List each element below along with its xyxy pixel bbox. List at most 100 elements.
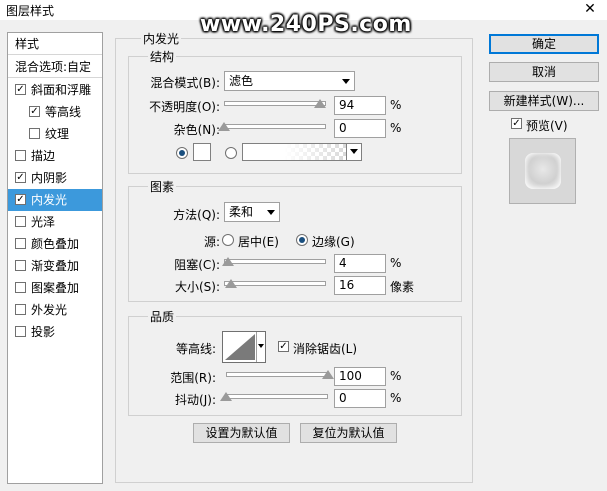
make-default-button[interactable]: 设置为默认值: [193, 423, 290, 443]
watermark: www.240PS.com: [200, 12, 412, 37]
style-item-label: 颜色叠加: [31, 237, 80, 251]
style-item[interactable]: ✓ 斜面和浮雕: [8, 79, 102, 101]
style-item-label: 外发光: [31, 303, 68, 317]
size-slider-track[interactable]: [224, 281, 326, 286]
gradient-radio[interactable]: [225, 147, 237, 159]
style-item[interactable]: 渐变叠加: [8, 255, 102, 277]
range-slider-track[interactable]: [226, 372, 328, 377]
style-item[interactable]: 光泽: [8, 211, 102, 233]
style-item[interactable]: ✓ 等高线: [8, 101, 102, 123]
style-item[interactable]: 图案叠加: [8, 277, 102, 299]
contour-dropdown[interactable]: [256, 332, 265, 362]
preview-checkbox[interactable]: ✓: [511, 118, 522, 129]
preview-swatch: [525, 153, 561, 189]
noise-slider-track[interactable]: [224, 124, 326, 129]
range-slider-thumb[interactable]: [322, 370, 334, 379]
styles-header[interactable]: 样式: [8, 33, 102, 55]
ok-button[interactable]: 确定: [489, 34, 599, 54]
antialias-label[interactable]: 消除锯齿(L): [293, 340, 357, 357]
contour-preview-icon: [225, 334, 255, 360]
style-item-checkbox[interactable]: [15, 304, 26, 315]
range-input[interactable]: 100: [334, 367, 386, 386]
opacity-input[interactable]: 94: [334, 96, 386, 115]
size-label: 大小(S):: [174, 280, 220, 294]
jitter-slider-thumb[interactable]: [220, 392, 232, 401]
blending-options[interactable]: 混合选项:自定: [8, 56, 102, 78]
size-unit: 像素: [390, 280, 415, 294]
blend-mode-select[interactable]: 滤色: [224, 71, 355, 91]
opacity-label: 不透明度(O):: [149, 100, 220, 114]
preview-label[interactable]: 预览(V): [526, 117, 568, 134]
opacity-slider-thumb[interactable]: [313, 99, 326, 108]
technique-label: 方法(Q):: [173, 208, 220, 222]
style-item[interactable]: ✓ 内阴影: [8, 167, 102, 189]
range-label: 范围(R):: [170, 371, 216, 385]
style-item-checkbox[interactable]: ✓: [15, 194, 26, 205]
style-item-label: 内发光: [31, 193, 68, 207]
style-item-checkbox[interactable]: [15, 326, 26, 337]
color-swatch[interactable]: [193, 143, 211, 161]
technique-select[interactable]: 柔和: [224, 202, 280, 222]
styles-list: 样式 混合选项:自定 ✓ 斜面和浮雕 ✓ 等高线 纹理 描边 ✓ 内阴影 ✓ 内发光 光泽 颜色叠加渐…: [7, 32, 103, 484]
window-title: 图层样式: [6, 4, 55, 18]
gradient-picker[interactable]: [242, 143, 362, 161]
style-item-checkbox[interactable]: [15, 260, 26, 271]
noise-slider-thumb[interactable]: [218, 122, 230, 131]
style-item[interactable]: 颜色叠加: [8, 233, 102, 255]
structure-title: 结构: [148, 48, 177, 65]
choke-input[interactable]: 4: [334, 254, 386, 273]
elements-title: 图素: [148, 178, 177, 195]
choke-slider-thumb[interactable]: [222, 257, 235, 266]
source-edge-radio[interactable]: [296, 234, 308, 246]
chevron-down-icon: [258, 344, 264, 348]
style-item-label: 光泽: [31, 215, 56, 229]
noise-input[interactable]: 0: [334, 119, 386, 138]
style-item-label: 投影: [31, 325, 56, 339]
style-item[interactable]: 纹理: [8, 123, 102, 145]
choke-slider-track[interactable]: [224, 259, 326, 264]
chevron-down-icon: [267, 210, 275, 215]
style-item-label: 图案叠加: [31, 281, 80, 295]
style-item-label: 斜面和浮雕: [31, 83, 92, 97]
style-item-label: 渐变叠加: [31, 259, 80, 273]
style-item-checkbox[interactable]: ✓: [15, 172, 26, 183]
cancel-button[interactable]: 取消: [489, 62, 599, 82]
source-center-radio[interactable]: [222, 234, 234, 246]
style-item-checkbox[interactable]: [29, 128, 40, 139]
antialias-checkbox[interactable]: ✓: [278, 341, 289, 352]
opacity-slider-track[interactable]: [224, 101, 326, 106]
choke-label: 阻塞(C):: [174, 258, 220, 272]
source-edge-label[interactable]: 边缘(G): [312, 233, 355, 250]
technique-value: 柔和: [229, 205, 254, 219]
style-item-checkbox[interactable]: [15, 150, 26, 161]
reset-default-button[interactable]: 复位为默认值: [300, 423, 397, 443]
color-radio[interactable]: [176, 147, 188, 159]
gradient-dropdown[interactable]: [346, 144, 361, 160]
jitter-input[interactable]: 0: [334, 389, 386, 408]
style-item[interactable]: 描边: [8, 145, 102, 167]
contour-label: 等高线:: [175, 342, 216, 356]
style-item-checkbox[interactable]: ✓: [29, 106, 40, 117]
new-style-button[interactable]: 新建样式(W)...: [489, 91, 599, 111]
style-item[interactable]: 外发光: [8, 299, 102, 321]
style-item-checkbox[interactable]: [15, 238, 26, 249]
range-unit: %: [390, 369, 402, 383]
close-icon[interactable]: ✕: [576, 0, 604, 18]
style-item-label: 描边: [31, 149, 56, 163]
noise-label: 杂色(N):: [173, 123, 220, 137]
choke-unit: %: [390, 256, 402, 270]
blend-mode-value: 滤色: [229, 74, 254, 88]
style-item[interactable]: ✓ 内发光: [8, 189, 102, 211]
style-item-checkbox[interactable]: ✓: [15, 84, 26, 95]
style-item-checkbox[interactable]: [15, 282, 26, 293]
jitter-slider-track[interactable]: [226, 394, 328, 399]
opacity-unit: %: [390, 98, 402, 112]
size-input[interactable]: 16: [334, 276, 386, 295]
style-preview: [509, 138, 576, 204]
style-item-label: 等高线: [45, 105, 82, 119]
contour-picker[interactable]: [222, 331, 266, 363]
size-slider-thumb[interactable]: [224, 279, 237, 288]
style-item-checkbox[interactable]: [15, 216, 26, 227]
source-center-label[interactable]: 居中(E): [238, 233, 279, 250]
style-item[interactable]: 投影: [8, 321, 102, 343]
